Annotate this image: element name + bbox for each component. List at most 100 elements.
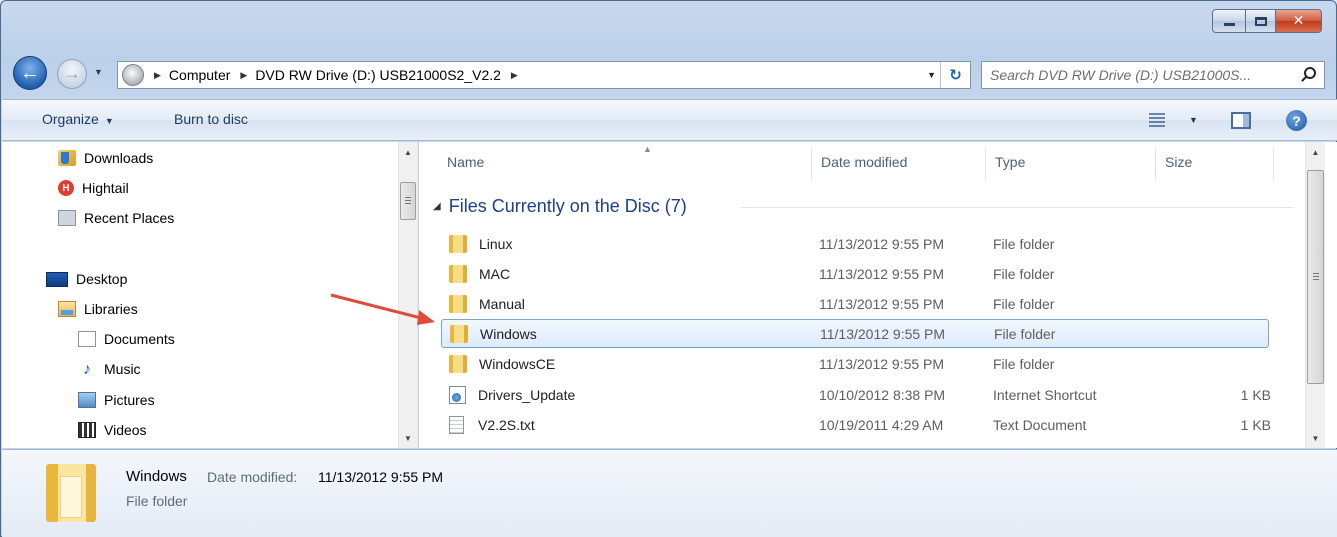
column-header-name[interactable]: Name	[447, 154, 484, 170]
file-name-cell: Drivers_Update	[449, 385, 576, 404]
file-row-selected[interactable]: Windows 11/13/2012 9:55 PM File folder	[441, 319, 1269, 348]
file-row[interactable]: Manual 11/13/2012 9:55 PM File folder	[441, 289, 1269, 318]
group-divider	[741, 207, 1293, 208]
file-name: V2.2S.txt	[478, 416, 535, 433]
view-options-dropdown-icon[interactable]: ▼	[1189, 115, 1198, 125]
column-divider[interactable]	[1273, 148, 1274, 180]
folder-icon	[449, 264, 467, 283]
breadcrumb-computer[interactable]: Computer	[169, 67, 230, 83]
address-dropdown-icon[interactable]: ▼	[927, 70, 936, 80]
file-name-cell: Manual	[449, 294, 525, 313]
recent-pages-dropdown-icon[interactable]: ▼	[94, 67, 103, 77]
breadcrumb-separator-icon[interactable]: ▶	[154, 70, 161, 81]
file-size: 1 KB	[1240, 416, 1271, 433]
file-date: 10/19/2011 4:29 AM	[819, 416, 944, 433]
close-icon: ✕	[1292, 13, 1305, 29]
drive-icon	[122, 64, 144, 86]
column-header-type[interactable]: Type	[995, 154, 1025, 170]
file-date: 10/10/2012 8:38 PM	[819, 386, 946, 403]
details-date-label: Date modified:	[207, 469, 298, 485]
file-name: MAC	[479, 265, 511, 282]
collapse-triangle-icon[interactable]: ◢	[433, 201, 441, 212]
sidebar-item-pictures[interactable]: Pictures	[78, 392, 155, 408]
scrollbar-thumb[interactable]	[1307, 170, 1324, 384]
text-document-icon	[449, 415, 464, 434]
scrollbar-thumb[interactable]	[400, 182, 416, 220]
file-name: Windows	[480, 325, 537, 342]
details-date-value: 11/13/2012 9:55 PM	[318, 469, 444, 485]
preview-pane-icon[interactable]	[1231, 112, 1251, 129]
scroll-up-icon[interactable]: ▲	[1306, 144, 1325, 160]
folder-icon	[449, 354, 467, 373]
organize-button[interactable]: Organize ▼	[42, 111, 114, 127]
sidebar-item-hightail[interactable]: H Hightail	[58, 180, 129, 196]
file-size: 1 KB	[1240, 386, 1271, 403]
selected-folder-icon	[46, 464, 96, 522]
file-row[interactable]: WindowsCE 11/13/2012 9:55 PM File folder	[441, 349, 1269, 378]
pictures-icon	[78, 392, 96, 408]
search-icon[interactable]	[1304, 67, 1316, 79]
folder-icon	[449, 234, 467, 253]
documents-icon	[78, 331, 96, 347]
file-date: 11/13/2012 9:55 PM	[819, 265, 945, 282]
file-row[interactable]: V2.2S.txt 10/19/2011 4:29 AM Text Docume…	[441, 410, 1271, 439]
internet-shortcut-icon	[449, 385, 466, 404]
file-type: File folder	[993, 265, 1055, 282]
group-title: Files Currently on the Disc (7)	[448, 196, 687, 216]
sidebar-item-label: Music	[104, 361, 141, 377]
hightail-icon: H	[58, 180, 74, 196]
sidebar-item-videos[interactable]: Videos	[78, 422, 147, 438]
scroll-down-icon[interactable]: ▼	[399, 430, 417, 446]
file-name-cell: Windows	[450, 324, 537, 343]
column-divider[interactable]	[811, 148, 812, 180]
burn-to-disc-button[interactable]: Burn to disc	[174, 111, 248, 127]
details-type: File folder	[126, 493, 188, 509]
file-type: Text Document	[993, 416, 1087, 433]
back-button[interactable]: ←	[13, 56, 47, 90]
scroll-down-icon[interactable]: ▼	[1306, 430, 1325, 446]
file-type: File folder	[993, 235, 1055, 252]
organize-label: Organize	[42, 111, 99, 127]
caption-buttons: ✕	[1212, 9, 1322, 33]
column-divider[interactable]	[1155, 148, 1156, 180]
column-header-size[interactable]: Size	[1165, 154, 1192, 170]
breadcrumb-separator-icon[interactable]: ▶	[511, 70, 518, 81]
sidebar-item-libraries[interactable]: Libraries	[58, 301, 138, 317]
forward-arrow-icon: →	[63, 64, 81, 83]
scroll-up-icon[interactable]: ▲	[399, 144, 417, 160]
breadcrumb-dvd-drive[interactable]: DVD RW Drive (D:) USB21000S2_V2.2	[255, 67, 501, 83]
sidebar-item-label: Documents	[104, 331, 175, 347]
sidebar-item-documents[interactable]: Documents	[78, 331, 175, 347]
sidebar-item-label: Libraries	[84, 301, 138, 317]
sidebar-item-label: Recent Places	[84, 210, 175, 226]
file-list-scrollbar[interactable]: ▲ ▼	[1305, 142, 1325, 448]
column-divider[interactable]	[985, 148, 986, 180]
details-pane: Windows Date modified: 11/13/2012 9:55 P…	[2, 449, 1337, 537]
sidebar-item-label: Downloads	[84, 150, 154, 166]
search-box	[981, 61, 1325, 89]
file-name: Drivers_Update	[478, 386, 576, 403]
minimize-button[interactable]	[1212, 9, 1246, 33]
file-row[interactable]: Linux 11/13/2012 9:55 PM File folder	[441, 229, 1269, 258]
sidebar-item-music[interactable]: ♪ Music	[78, 361, 141, 378]
refresh-button[interactable]: ↻	[940, 62, 970, 88]
file-row[interactable]: Drivers_Update 10/10/2012 8:38 PM Intern…	[441, 380, 1271, 409]
sidebar-item-downloads[interactable]: Downloads	[58, 150, 153, 166]
breadcrumb-separator-icon[interactable]: ▶	[240, 70, 247, 81]
file-type: File folder	[994, 325, 1056, 342]
sidebar-item-recent-places[interactable]: Recent Places	[58, 210, 174, 226]
forward-button[interactable]: →	[57, 59, 87, 89]
sidebar-item-desktop[interactable]: Desktop	[46, 271, 127, 287]
change-view-icon[interactable]	[1149, 113, 1165, 127]
help-icon[interactable]: ?	[1286, 110, 1307, 131]
address-bar[interactable]: ▶ Computer ▶ DVD RW Drive (D:) USB21000S…	[117, 61, 971, 89]
file-date: 11/13/2012 9:55 PM	[820, 325, 946, 342]
close-button[interactable]: ✕	[1276, 9, 1322, 33]
search-input[interactable]	[990, 67, 1290, 83]
maximize-button[interactable]	[1246, 9, 1276, 33]
file-name-cell: Linux	[449, 234, 512, 253]
column-header-date-modified[interactable]: Date modified	[821, 154, 907, 170]
chevron-down-icon: ▼	[104, 116, 114, 126]
group-header[interactable]: ◢ Files Currently on the Disc (7)	[433, 196, 687, 217]
file-row[interactable]: MAC 11/13/2012 9:55 PM File folder	[441, 259, 1269, 288]
